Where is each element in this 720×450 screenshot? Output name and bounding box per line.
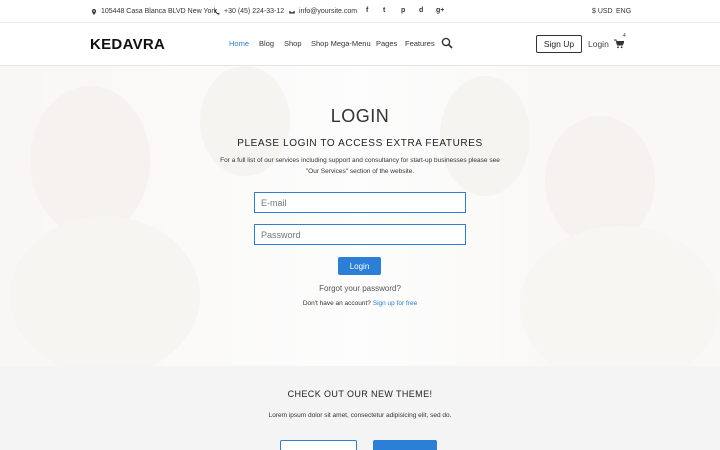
no-account-line: Don't have an account? Sign up for free xyxy=(0,300,720,307)
promo-title: CHECK OUT OUR NEW THEME! xyxy=(287,389,433,399)
cart-count-badge: 4 xyxy=(623,33,626,39)
login-button[interactable]: Login xyxy=(338,257,381,275)
promo-text: Lorem ipsum dolor sit amet, consectetur … xyxy=(268,412,452,419)
nav-item-blog[interactable]: Blog xyxy=(259,39,274,48)
google-plus-icon[interactable]: g+ xyxy=(436,7,444,14)
site-logo[interactable]: KEDAVRA xyxy=(90,36,165,53)
email-field[interactable] xyxy=(254,192,466,213)
promo-section: CHECK OUT OUR NEW THEME! Lorem ipsum dol… xyxy=(0,366,720,450)
dribbble-icon[interactable]: d xyxy=(419,7,423,14)
twitter-icon[interactable]: t xyxy=(383,7,385,14)
no-account-text: Don't have an account? xyxy=(302,300,371,307)
language-selector[interactable]: ENG xyxy=(616,8,631,15)
address-text: 105448 Casa Blanca BLVD New York xyxy=(101,8,218,15)
main-header: KEDAVRA Home Blog Shop Shop Mega-Menu Pa… xyxy=(0,23,720,66)
cart-icon[interactable] xyxy=(614,39,624,49)
signup-free-link[interactable]: Sign up for free xyxy=(373,300,417,307)
envelope-icon xyxy=(289,9,295,14)
password-field[interactable] xyxy=(254,224,466,245)
login-hero: LOGIN PLEASE LOGIN TO ACCESS EXTRA FEATU… xyxy=(0,66,720,366)
nav-item-shop[interactable]: Shop xyxy=(284,39,302,48)
nav-item-home[interactable]: Home xyxy=(229,39,249,48)
email-item[interactable]: info@yoursite.com xyxy=(289,8,357,15)
top-bar: 105448 Casa Blanca BLVD New York +30 (45… xyxy=(0,0,720,23)
nav-item-shop-mega-menu[interactable]: Shop Mega-Menu xyxy=(311,39,371,48)
search-icon[interactable] xyxy=(441,37,453,49)
pinterest-icon[interactable]: p xyxy=(401,7,405,14)
login-subtitle: PLEASE LOGIN TO ACCESS EXTRA FEATURES xyxy=(237,138,483,149)
forgot-password-link[interactable]: Forgot your password? xyxy=(0,284,720,293)
location-pin-icon xyxy=(91,8,97,15)
phone-text: +30 (45) 224-33-12 xyxy=(224,8,285,15)
phone-item[interactable]: +30 (45) 224-33-12 xyxy=(214,8,284,15)
login-description: For a full list of our services includin… xyxy=(220,157,500,175)
signup-button[interactable]: Sign Up xyxy=(536,35,582,53)
promo-solid-button[interactable] xyxy=(373,440,437,450)
address-item: 105448 Casa Blanca BLVD New York xyxy=(91,8,217,15)
facebook-icon[interactable]: f xyxy=(366,7,368,14)
currency-selector[interactable]: $ USD xyxy=(592,8,613,15)
promo-outline-button[interactable] xyxy=(280,440,357,450)
email-text: info@yoursite.com xyxy=(299,8,358,15)
login-link[interactable]: Login xyxy=(588,39,609,49)
nav-item-pages[interactable]: Pages xyxy=(376,39,397,48)
phone-icon xyxy=(214,8,220,15)
nav-item-features[interactable]: Features xyxy=(405,39,435,48)
login-title: LOGIN xyxy=(330,106,390,126)
